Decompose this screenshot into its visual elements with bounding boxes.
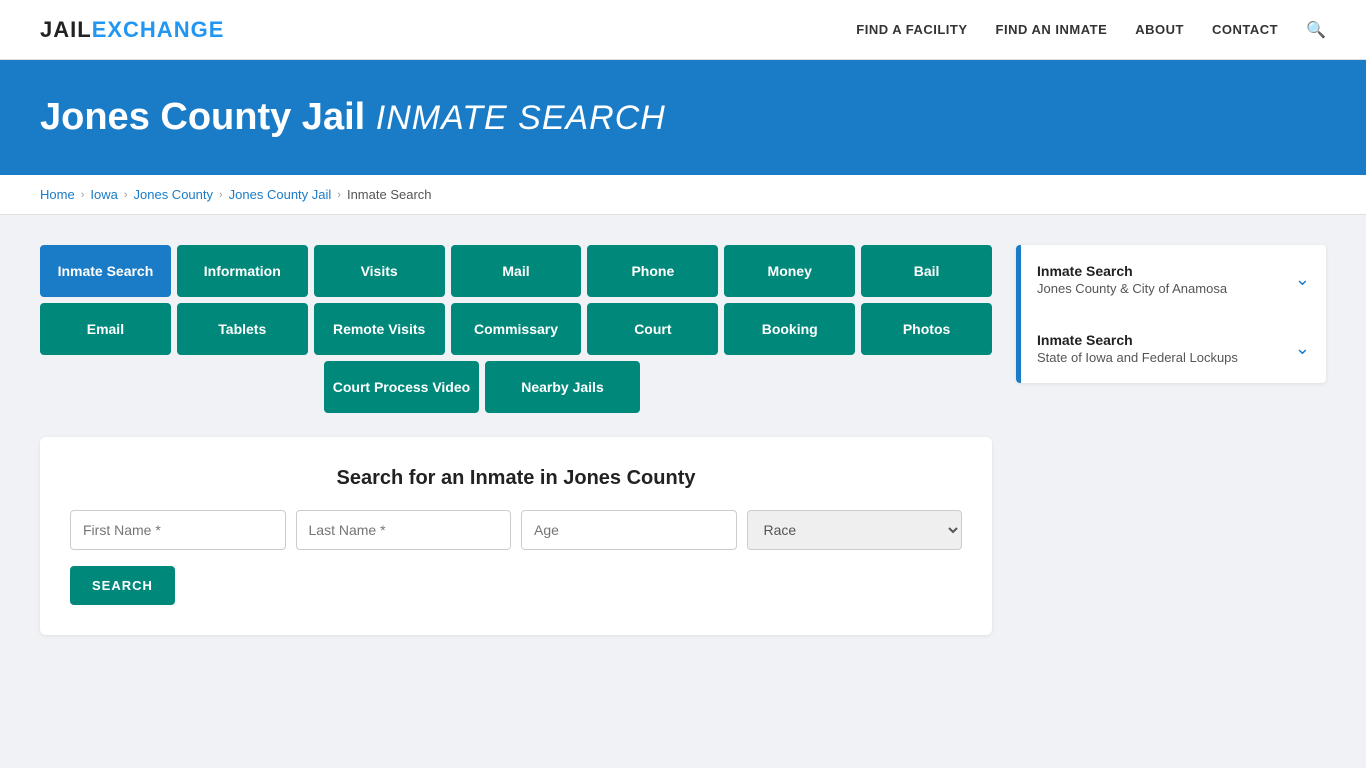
- sidebar-item-1-left: Inmate Search Jones County & City of Ana…: [1037, 263, 1227, 296]
- logo[interactable]: JAILEXCHANGE: [40, 17, 224, 43]
- breadcrumb: Home › Iowa › Jones County › Jones Count…: [40, 187, 1326, 202]
- chevron-down-icon-1: ⌄: [1295, 269, 1310, 290]
- race-select[interactable]: Race White Black Hispanic Asian Other: [747, 510, 963, 550]
- site-header: JAILEXCHANGE FIND A FACILITY FIND AN INM…: [0, 0, 1366, 60]
- left-column: Inmate Search Information Visits Mail Ph…: [40, 245, 992, 635]
- breadcrumb-home[interactable]: Home: [40, 187, 75, 202]
- sidebar-item-1-label: Inmate Search: [1037, 263, 1227, 279]
- sidebar-card: Inmate Search Jones County & City of Ana…: [1016, 245, 1326, 383]
- tab-information[interactable]: Information: [177, 245, 308, 297]
- main-nav: FIND A FACILITY FIND AN INMATE ABOUT CON…: [856, 20, 1326, 40]
- tab-photos[interactable]: Photos: [861, 303, 992, 355]
- chevron-down-icon-2: ⌄: [1295, 338, 1310, 359]
- tab-tablets[interactable]: Tablets: [177, 303, 308, 355]
- breadcrumb-sep-3: ›: [219, 189, 223, 201]
- breadcrumb-sep-4: ›: [337, 189, 341, 201]
- hero-banner: Jones County Jail INMATE SEARCH: [0, 60, 1366, 175]
- search-form-title: Search for an Inmate in Jones County: [70, 467, 962, 490]
- tab-inmate-search[interactable]: Inmate Search: [40, 245, 171, 297]
- tab-email[interactable]: Email: [40, 303, 171, 355]
- tab-court[interactable]: Court: [587, 303, 718, 355]
- sidebar-item-1-sub: Jones County & City of Anamosa: [1037, 281, 1227, 296]
- breadcrumb-sep-2: ›: [124, 189, 128, 201]
- search-icon[interactable]: 🔍: [1306, 20, 1326, 40]
- page-title-italic: INMATE SEARCH: [376, 99, 666, 137]
- last-name-input[interactable]: [296, 510, 512, 550]
- sidebar-item-2-sub: State of Iowa and Federal Lockups: [1037, 350, 1238, 365]
- sidebar-row-2: Inmate Search State of Iowa and Federal …: [1016, 314, 1326, 383]
- logo-jail: JAIL: [40, 17, 92, 42]
- tab-money[interactable]: Money: [724, 245, 855, 297]
- nav-about[interactable]: ABOUT: [1135, 22, 1184, 37]
- page-title: Jones County Jail INMATE SEARCH: [40, 96, 1326, 139]
- tab-court-process-video[interactable]: Court Process Video: [324, 361, 479, 413]
- sidebar-item-2-label: Inmate Search: [1037, 332, 1238, 348]
- right-column: Inmate Search Jones County & City of Ana…: [1016, 245, 1326, 383]
- sidebar-item-2-left: Inmate Search State of Iowa and Federal …: [1037, 332, 1238, 365]
- tab-phone[interactable]: Phone: [587, 245, 718, 297]
- search-button[interactable]: SEARCH: [70, 566, 175, 605]
- tab-remote-visits[interactable]: Remote Visits: [314, 303, 445, 355]
- sidebar-row-1: Inmate Search Jones County & City of Ana…: [1016, 245, 1326, 314]
- tab-row-3: Court Process Video Nearby Jails: [40, 361, 992, 413]
- search-fields: Race White Black Hispanic Asian Other: [70, 510, 962, 550]
- tab-bail[interactable]: Bail: [861, 245, 992, 297]
- breadcrumb-bar: Home › Iowa › Jones County › Jones Count…: [0, 175, 1366, 215]
- breadcrumb-jones-county-jail[interactable]: Jones County Jail: [229, 187, 332, 202]
- logo-exchange: EXCHANGE: [92, 17, 225, 42]
- tab-booking[interactable]: Booking: [724, 303, 855, 355]
- age-input[interactable]: [521, 510, 737, 550]
- page-title-bold: Jones County Jail: [40, 96, 365, 138]
- tab-row-1: Inmate Search Information Visits Mail Ph…: [40, 245, 992, 297]
- tab-mail[interactable]: Mail: [451, 245, 582, 297]
- sidebar-item-1[interactable]: Inmate Search Jones County & City of Ana…: [1021, 245, 1326, 314]
- breadcrumb-current: Inmate Search: [347, 187, 432, 202]
- search-card: Search for an Inmate in Jones County Rac…: [40, 437, 992, 635]
- nav-find-facility[interactable]: FIND A FACILITY: [856, 22, 967, 37]
- first-name-input[interactable]: [70, 510, 286, 550]
- tab-visits[interactable]: Visits: [314, 245, 445, 297]
- breadcrumb-jones-county[interactable]: Jones County: [134, 187, 214, 202]
- breadcrumb-iowa[interactable]: Iowa: [90, 187, 117, 202]
- tab-commissary[interactable]: Commissary: [451, 303, 582, 355]
- breadcrumb-sep-1: ›: [81, 189, 85, 201]
- tab-row-2: Email Tablets Remote Visits Commissary C…: [40, 303, 992, 355]
- nav-find-inmate[interactable]: FIND AN INMATE: [996, 22, 1108, 37]
- main-content: Inmate Search Information Visits Mail Ph…: [0, 215, 1366, 665]
- tab-nearby-jails[interactable]: Nearby Jails: [485, 361, 640, 413]
- nav-contact[interactable]: CONTACT: [1212, 22, 1278, 37]
- sidebar-item-2[interactable]: Inmate Search State of Iowa and Federal …: [1021, 314, 1326, 383]
